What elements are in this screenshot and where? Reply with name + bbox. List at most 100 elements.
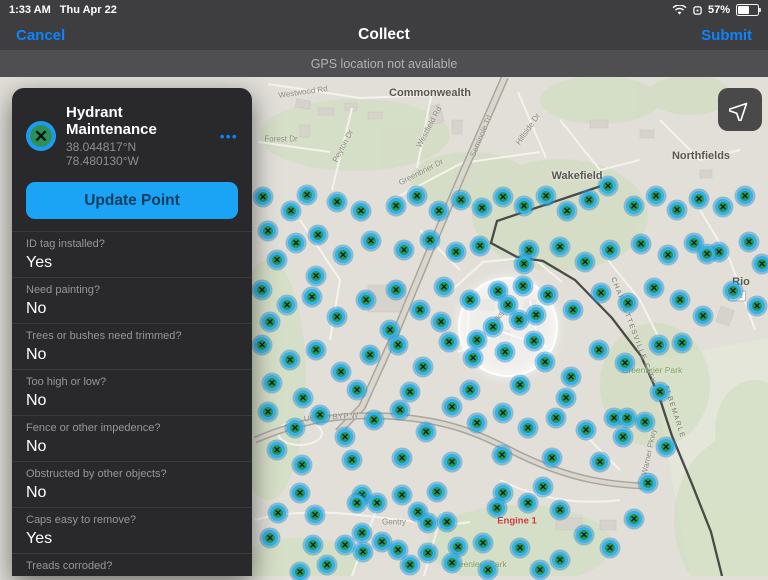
hydrant-marker[interactable]: ✕ <box>577 254 593 270</box>
hydrant-marker[interactable]: ✕ <box>626 198 642 214</box>
hydrant-marker[interactable]: ✕ <box>390 337 406 353</box>
hydrant-marker[interactable]: ✕ <box>511 312 527 328</box>
hydrant-marker[interactable]: ✕ <box>287 420 303 436</box>
hydrant-marker[interactable]: ✕ <box>355 544 371 560</box>
feature-field[interactable]: Fence or other impedence? No <box>12 415 252 461</box>
hydrant-marker[interactable]: ✕ <box>674 335 690 351</box>
hydrant-marker[interactable]: ✕ <box>660 247 676 263</box>
hydrant-marker[interactable]: ✕ <box>497 344 513 360</box>
hydrant-marker[interactable]: ✕ <box>515 278 531 294</box>
hydrant-marker[interactable]: ✕ <box>450 539 466 555</box>
hydrant-marker[interactable]: ✕ <box>305 537 321 553</box>
hydrant-marker[interactable]: ✕ <box>353 203 369 219</box>
hydrant-marker[interactable]: ✕ <box>390 542 406 558</box>
hydrant-marker[interactable]: ✕ <box>453 192 469 208</box>
hydrant-marker[interactable]: ✕ <box>540 287 556 303</box>
hydrant-marker[interactable]: ✕ <box>308 268 324 284</box>
hydrant-marker[interactable]: ✕ <box>294 457 310 473</box>
hydrant-marker[interactable]: ✕ <box>626 511 642 527</box>
hydrant-marker[interactable]: ✕ <box>388 198 404 214</box>
hydrant-marker[interactable]: ✕ <box>335 247 351 263</box>
hydrant-marker[interactable]: ✕ <box>418 424 434 440</box>
feature-field[interactable]: ID tag installed? Yes <box>12 231 252 277</box>
hydrant-marker[interactable]: ✕ <box>646 280 662 296</box>
hydrant-marker[interactable]: ✕ <box>695 308 711 324</box>
hydrant-marker[interactable]: ✕ <box>436 279 452 295</box>
hydrant-marker[interactable]: ✕ <box>415 359 431 375</box>
hydrant-marker[interactable]: ✕ <box>563 369 579 385</box>
feature-field[interactable]: Treads corroded?No <box>12 553 252 576</box>
hydrant-marker[interactable]: ✕ <box>362 347 378 363</box>
hydrant-marker[interactable]: ✕ <box>633 236 649 252</box>
hydrant-marker[interactable]: ✕ <box>429 484 445 500</box>
feature-field[interactable]: Caps easy to remove? Yes <box>12 507 252 553</box>
hydrant-marker[interactable]: ✕ <box>409 188 425 204</box>
hydrant-marker[interactable]: ✕ <box>412 302 428 318</box>
hydrant-marker[interactable]: ✕ <box>441 334 457 350</box>
hydrant-marker[interactable]: ✕ <box>374 534 390 550</box>
feature-field[interactable]: Trees or bushes need trimmed? No <box>12 323 252 369</box>
hydrant-marker[interactable]: ✕ <box>270 505 286 521</box>
hydrant-marker[interactable]: ✕ <box>269 252 285 268</box>
hydrant-marker[interactable]: ✕ <box>262 530 278 546</box>
hydrant-marker[interactable]: ✕ <box>741 234 757 250</box>
hydrant-marker[interactable]: ✕ <box>392 402 408 418</box>
hydrant-marker[interactable]: ✕ <box>444 555 460 571</box>
hydrant-marker[interactable]: ✕ <box>444 454 460 470</box>
hydrant-marker[interactable]: ✕ <box>308 342 324 358</box>
feature-field[interactable]: Need painting? No <box>12 277 252 323</box>
hydrant-marker[interactable]: ✕ <box>369 495 385 511</box>
hydrant-marker[interactable]: ✕ <box>254 282 270 298</box>
hydrant-marker[interactable]: ✕ <box>349 382 365 398</box>
hydrant-marker[interactable]: ✕ <box>292 485 308 501</box>
hydrant-marker[interactable]: ✕ <box>640 475 656 491</box>
hydrant-marker[interactable]: ✕ <box>474 200 490 216</box>
hydrant-marker[interactable]: ✕ <box>337 429 353 445</box>
hydrant-marker[interactable]: ✕ <box>578 422 594 438</box>
hydrant-marker[interactable]: ✕ <box>439 514 455 530</box>
hydrant-marker[interactable]: ✕ <box>602 540 618 556</box>
hydrant-marker[interactable]: ✕ <box>559 203 575 219</box>
hydrant-marker[interactable]: ✕ <box>516 198 532 214</box>
hydrant-marker[interactable]: ✕ <box>260 223 276 239</box>
hydrant-marker[interactable]: ✕ <box>472 238 488 254</box>
hydrant-marker[interactable]: ✕ <box>526 333 542 349</box>
hydrant-marker[interactable]: ✕ <box>299 187 315 203</box>
hydrant-marker[interactable]: ✕ <box>637 414 653 430</box>
hydrant-marker[interactable]: ✕ <box>592 454 608 470</box>
hydrant-marker[interactable]: ✕ <box>462 382 478 398</box>
hydrant-marker[interactable]: ✕ <box>754 256 768 272</box>
hydrant-marker[interactable]: ✕ <box>737 188 753 204</box>
hydrant-marker[interactable]: ✕ <box>602 242 618 258</box>
hydrant-marker[interactable]: ✕ <box>620 295 636 311</box>
hydrant-marker[interactable]: ✕ <box>489 500 505 516</box>
hydrant-marker[interactable]: ✕ <box>282 352 298 368</box>
hydrant-marker[interactable]: ✕ <box>264 375 280 391</box>
hydrant-marker[interactable]: ✕ <box>495 405 511 421</box>
hydrant-marker[interactable]: ✕ <box>475 535 491 551</box>
hydrant-marker[interactable]: ✕ <box>651 337 667 353</box>
hydrant-marker[interactable]: ✕ <box>319 557 335 573</box>
hydrant-marker[interactable]: ✕ <box>354 525 370 541</box>
hydrant-marker[interactable]: ✕ <box>388 282 404 298</box>
hydrant-marker[interactable]: ✕ <box>366 412 382 428</box>
submit-button[interactable]: Submit <box>701 27 752 44</box>
hydrant-marker[interactable]: ✕ <box>495 485 511 501</box>
hydrant-marker[interactable]: ✕ <box>495 189 511 205</box>
hydrant-marker[interactable]: ✕ <box>672 292 688 308</box>
hydrant-marker[interactable]: ✕ <box>537 354 553 370</box>
hydrant-marker[interactable]: ✕ <box>593 285 609 301</box>
hydrant-marker[interactable]: ✕ <box>591 342 607 358</box>
feature-field[interactable]: Obstructed by other objects? No <box>12 461 252 507</box>
hydrant-marker[interactable]: ✕ <box>469 415 485 431</box>
hydrant-marker[interactable]: ✕ <box>402 384 418 400</box>
hydrant-marker[interactable]: ✕ <box>494 447 510 463</box>
hydrant-marker[interactable]: ✕ <box>433 314 449 330</box>
hydrant-marker[interactable]: ✕ <box>749 298 765 314</box>
hydrant-marker[interactable]: ✕ <box>520 495 536 511</box>
hydrant-marker[interactable]: ✕ <box>552 552 568 568</box>
hydrant-marker[interactable]: ✕ <box>422 232 438 248</box>
hydrant-marker[interactable]: ✕ <box>394 450 410 466</box>
hydrant-marker[interactable]: ✕ <box>269 442 285 458</box>
hydrant-marker[interactable]: ✕ <box>581 192 597 208</box>
